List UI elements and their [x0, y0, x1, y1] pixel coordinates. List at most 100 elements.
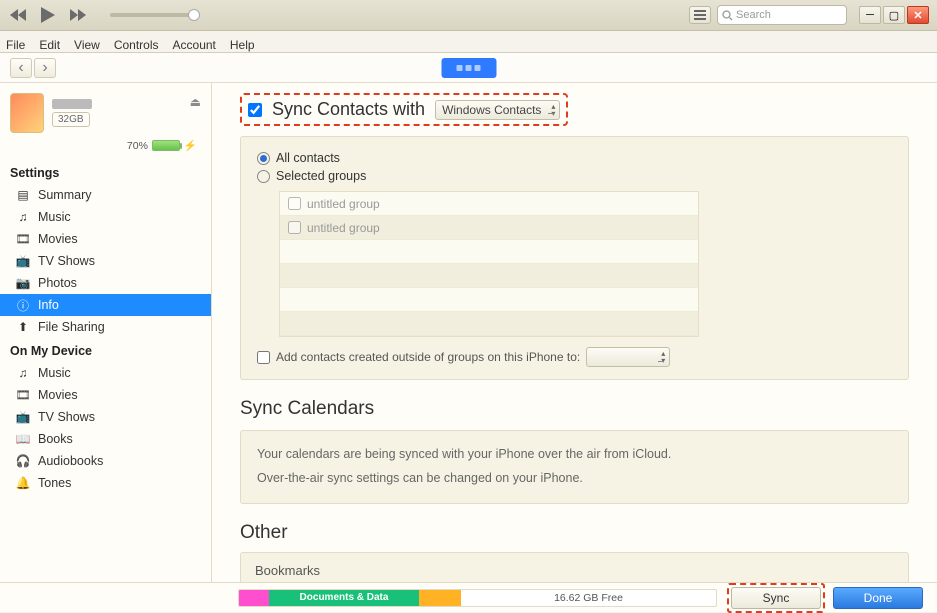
back-button[interactable]: ‹: [10, 58, 32, 78]
group-row[interactable]: untitled group: [280, 216, 698, 240]
usage-seg-other: [239, 590, 269, 606]
forward-button[interactable]: [68, 5, 88, 25]
calendars-info-2: Over-the-air sync settings can be change…: [257, 467, 892, 491]
sidebar-item-movies[interactable]: 🎞 Movies: [0, 384, 211, 406]
tv-icon: 📺: [16, 254, 30, 268]
footer-bar: Documents & Data 16.62 GB Free Sync Done: [0, 582, 937, 612]
main-pane: Sync Contacts with Windows Contacts▴▾ Al…: [212, 83, 937, 582]
add-outside-group-dropdown[interactable]: ▴▾: [586, 347, 670, 367]
search-input[interactable]: Search: [717, 5, 847, 25]
menu-file[interactable]: File: [6, 38, 25, 52]
sidebar: 32GB ⏏ 70% ⚡ Settings ▤ Summary ♫Music 🎞 M…: [0, 83, 212, 582]
sidebar-item-label: Music: [38, 366, 71, 380]
sidebar-item-label: TV Shows: [38, 410, 95, 424]
add-contacts-outside-row: Add contacts created outside of groups o…: [257, 347, 892, 367]
sidebar-item-tones[interactable]: 🔔 Tones: [0, 472, 211, 494]
sidebar-heading-settings: Settings: [0, 160, 211, 184]
sidebar-item-label: TV Shows: [38, 254, 95, 268]
storage-usage-bar: Documents & Data 16.62 GB Free: [238, 589, 717, 607]
group-row-empty: [280, 288, 698, 312]
sidebar-item-filesharing[interactable]: ⬆ File Sharing: [0, 316, 211, 338]
calendars-info-1: Your calendars are being synced with you…: [257, 443, 892, 467]
add-outside-checkbox[interactable]: [257, 351, 270, 364]
sidebar-item-audiobooks[interactable]: 🎧Audiobooks: [0, 450, 211, 472]
sidebar-item-label: Books: [38, 432, 73, 446]
search-placeholder: Search: [736, 9, 771, 21]
group-row-empty: [280, 240, 698, 264]
device-tab[interactable]: [441, 58, 496, 78]
sidebar-item-label: Music: [38, 210, 71, 224]
movies-icon: 🎞: [16, 232, 30, 246]
done-button[interactable]: Done: [833, 587, 923, 609]
sidebar-item-label: Tones: [38, 476, 71, 490]
rewind-button[interactable]: [8, 5, 28, 25]
usage-seg-docs: Documents & Data: [269, 590, 419, 606]
sidebar-item-movies-settings[interactable]: 🎞 Movies: [0, 228, 211, 250]
sidebar-item-music[interactable]: ♫Music: [0, 362, 211, 384]
sidebar-item-summary[interactable]: ▤ Summary: [0, 184, 211, 206]
eject-icon[interactable]: ⏏: [190, 95, 201, 109]
usage-seg-free: 16.62 GB Free: [461, 590, 716, 606]
battery-pct: 70%: [127, 140, 148, 152]
sidebar-item-label: Movies: [38, 232, 78, 246]
other-panel: Bookmarks: [240, 552, 909, 583]
books-icon: 📖: [16, 432, 30, 446]
groups-list: untitled group untitled group: [279, 191, 699, 337]
sync-contacts-provider-dropdown[interactable]: Windows Contacts▴▾: [435, 100, 560, 120]
movies-icon: 🎞: [16, 388, 30, 402]
sync-contacts-highlight: Sync Contacts with Windows Contacts▴▾: [240, 93, 568, 126]
menu-account[interactable]: Account: [173, 38, 216, 52]
battery-icon: [152, 140, 180, 151]
group-checkbox[interactable]: [288, 221, 301, 234]
play-button[interactable]: [38, 5, 58, 25]
close-button[interactable]: ✕: [907, 6, 929, 24]
menu-view[interactable]: View: [74, 38, 100, 52]
sync-contacts-checkbox[interactable]: [248, 103, 262, 117]
sync-button[interactable]: Sync: [731, 587, 821, 609]
radio-all-contacts[interactable]: All contacts: [257, 149, 892, 167]
device-thumbnail-icon: [10, 93, 44, 133]
tones-icon: 🔔: [16, 476, 30, 490]
forward-button-nav[interactable]: ›: [34, 58, 56, 78]
device-capacity: 32GB: [52, 112, 90, 127]
sidebar-item-info[interactable]: ⓘ Info: [0, 294, 211, 316]
sync-calendars-title: Sync Calendars: [240, 398, 909, 420]
menu-controls[interactable]: Controls: [114, 38, 159, 52]
sidebar-item-label: File Sharing: [38, 320, 105, 334]
battery-status: 70% ⚡: [0, 139, 211, 160]
menu-bar: File Edit View Controls Account Help: [0, 31, 937, 53]
sidebar-item-tvshows[interactable]: 📺 TV Shows: [0, 406, 211, 428]
sidebar-item-label: Summary: [38, 188, 91, 202]
group-row[interactable]: untitled group: [280, 192, 698, 216]
minimize-button[interactable]: ─: [859, 6, 881, 24]
photos-icon: 📷: [16, 276, 30, 290]
radio-selected-groups[interactable]: Selected groups: [257, 167, 892, 185]
menu-help[interactable]: Help: [230, 38, 255, 52]
group-row-empty: [280, 264, 698, 288]
sidebar-item-label: Movies: [38, 388, 78, 402]
sidebar-item-books[interactable]: 📖 Books: [0, 428, 211, 450]
usage-seg-apps: [419, 590, 461, 606]
sync-contacts-title: Sync Contacts with: [272, 99, 425, 120]
sidebar-heading-onmydevice: On My Device: [0, 338, 211, 362]
sidebar-item-label: Photos: [38, 276, 77, 290]
calendars-panel: Your calendars are being synced with you…: [240, 430, 909, 504]
group-name: untitled group: [307, 197, 380, 211]
device-header: 32GB ⏏: [0, 93, 211, 139]
maximize-button[interactable]: ▢: [883, 6, 905, 24]
nav-bar: ‹ ›: [0, 53, 937, 83]
list-view-button[interactable]: [689, 6, 711, 24]
sidebar-item-label: Audiobooks: [38, 454, 103, 468]
fileshare-icon: ⬆: [16, 320, 30, 334]
info-icon: ⓘ: [16, 298, 30, 312]
sidebar-item-label: Info: [38, 298, 59, 312]
sidebar-item-music-settings[interactable]: ♫Music: [0, 206, 211, 228]
sidebar-item-tvshows-settings[interactable]: 📺 TV Shows: [0, 250, 211, 272]
group-checkbox[interactable]: [288, 197, 301, 210]
volume-slider[interactable]: [110, 13, 200, 17]
sidebar-item-photos[interactable]: 📷 Photos: [0, 272, 211, 294]
menu-edit[interactable]: Edit: [39, 38, 60, 52]
summary-icon: ▤: [16, 188, 30, 202]
tv-icon: 📺: [16, 410, 30, 424]
device-name: [52, 99, 92, 109]
